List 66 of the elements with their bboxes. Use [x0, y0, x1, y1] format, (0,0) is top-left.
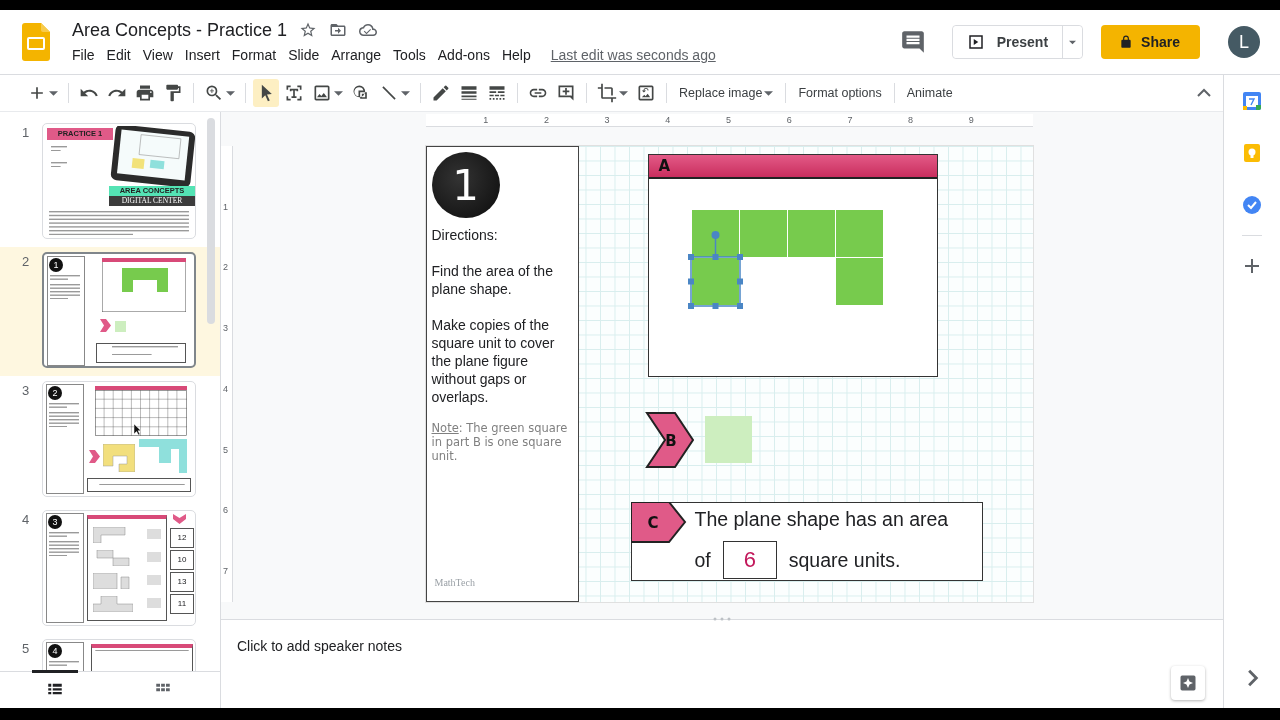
ruler-number: 2: [223, 261, 228, 274]
vertical-ruler[interactable]: 1 2 3 4 5 6 7: [221, 146, 233, 602]
ruler-number: 1: [223, 200, 228, 213]
note-text: Note: The green square in part B is one square unit.: [431, 421, 569, 463]
menu-item[interactable]: Help: [495, 44, 537, 65]
chevron-label: C: [630, 502, 687, 544]
menu-item[interactable]: Tools: [387, 44, 432, 65]
ruler-number: 3: [604, 114, 610, 126]
answer-field[interactable]: 6: [722, 541, 777, 579]
area-card: 11: [170, 594, 194, 614]
slide-number: 3: [21, 382, 31, 400]
menu-item[interactable]: Insert: [178, 44, 226, 65]
answer-sentence: of: [694, 548, 711, 572]
ruler-number: 6: [223, 504, 228, 517]
slide-number: 5: [21, 640, 31, 658]
answer-sentence: square units.: [788, 548, 901, 572]
menu-item[interactable]: File: [66, 44, 101, 65]
ruler-number: 3: [223, 322, 228, 335]
ruler-number: 6: [786, 114, 792, 126]
share-button[interactable]: Share: [1101, 25, 1200, 59]
toolbar-text-button[interactable]: Animate: [901, 79, 958, 107]
menu-item[interactable]: Add-ons: [431, 44, 496, 65]
area-card: 10: [170, 550, 194, 570]
menu-item[interactable]: View: [136, 44, 179, 65]
ruler-number: 7: [223, 564, 228, 577]
document-title[interactable]: Area Concepts - Practice 1: [72, 19, 288, 41]
thumb-badge: 2: [48, 386, 62, 400]
account-avatar[interactable]: L: [1228, 26, 1260, 58]
slide-thumbnail[interactable]: 2: [42, 381, 196, 497]
slide-thumbnail[interactable]: 4: [42, 639, 196, 671]
speaker-notes-field[interactable]: Click to add speaker notes: [237, 638, 402, 654]
part-a-header: A: [648, 155, 937, 179]
toolbar-text-button[interactable]: Format options: [793, 79, 887, 107]
horizontal-ruler[interactable]: 1 2 3 4 5 6 7 8 9: [425, 114, 1033, 127]
thumb-badge: 4: [48, 644, 62, 658]
ruler-number: 2: [543, 114, 549, 126]
menu-item[interactable]: Arrange: [325, 44, 388, 65]
menu-item[interactable]: Edit: [100, 44, 137, 65]
menu-item[interactable]: Format: [225, 44, 283, 65]
publisher-logo: MathTech: [433, 577, 476, 590]
directions-text: Find the area of the plane shape.: [431, 262, 554, 298]
answer-sentence: The plane shape has an area: [694, 508, 949, 531]
ruler-number: 5: [223, 443, 228, 456]
number-badge: 1: [431, 152, 500, 218]
directions-heading: Directions:: [431, 226, 499, 244]
ruler-number: 5: [726, 114, 731, 126]
area-card: 12: [170, 528, 194, 548]
toolbar-text-button[interactable]: Replace image: [674, 79, 779, 107]
menu-item[interactable]: Slide: [282, 44, 326, 65]
slide-number: 4: [21, 511, 31, 529]
directions-text: Make copies of the square unit to cover the plane figure without gaps or overlaps.: [431, 316, 556, 406]
ruler-number: 9: [968, 114, 974, 126]
slide-number: 1: [21, 124, 31, 142]
ruler-number: 7: [847, 114, 853, 126]
area-card: 13: [170, 572, 194, 592]
ruler-number: 8: [908, 114, 914, 126]
ruler-number: 4: [665, 114, 671, 126]
slide-thumbnail[interactable]: 3 12 10 13 11: [42, 510, 196, 626]
thumb-badge: 3: [48, 515, 62, 529]
slide-thumbnail[interactable]: 1: [42, 252, 196, 368]
thumb-badge: 1: [49, 258, 63, 272]
last-edit-link[interactable]: Last edit was seconds ago: [550, 46, 716, 63]
slide-number: 2: [21, 253, 31, 271]
chevron-label: B: [644, 411, 695, 469]
ruler-number: 1: [483, 114, 489, 126]
ruler-number: 4: [223, 382, 228, 395]
